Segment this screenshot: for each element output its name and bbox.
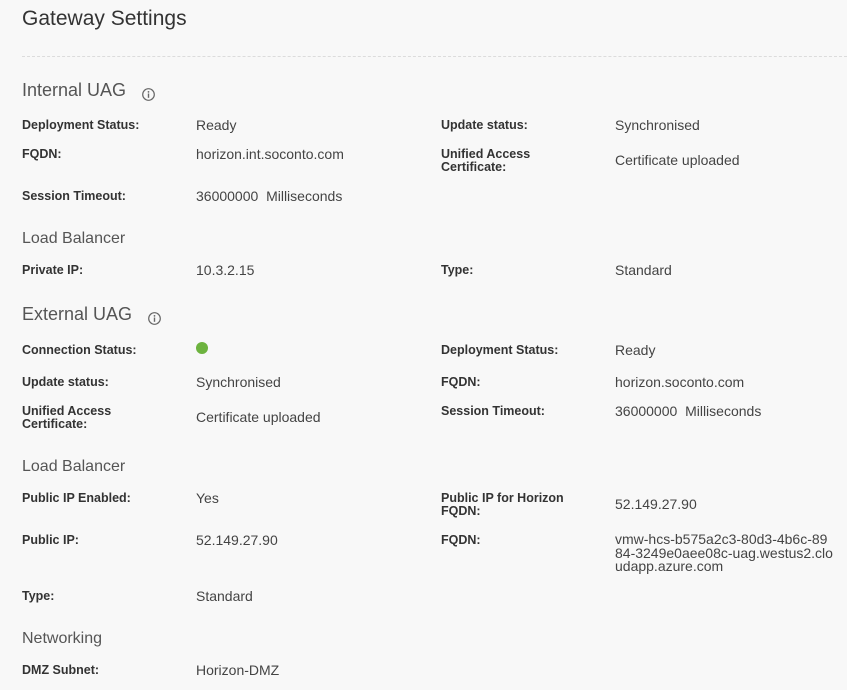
external-fqdn-label: FQDN: — [441, 375, 481, 389]
internal-uac-value: Certificate uploaded — [615, 152, 740, 168]
internal-fqdn-label: FQDN: — [22, 147, 62, 161]
internal-load-balancer-title: Load Balancer — [22, 230, 126, 247]
header-divider — [22, 56, 847, 57]
external-deployment-status-label: Deployment Status: — [441, 343, 559, 357]
internal-uag-title: Internal UAG — [22, 80, 127, 100]
external-uag-title: External UAG — [22, 304, 133, 324]
external-session-timeout-label: Session Timeout: — [441, 404, 545, 418]
internal-lb-type-value: Standard — [615, 262, 672, 278]
internal-update-status-label: Update status: — [441, 118, 528, 132]
internal-deployment-status-label: Deployment Status: — [22, 118, 140, 132]
external-public-ip-horizon-label: Public IP for Horizon FQDN: — [441, 491, 564, 518]
external-public-ip-enabled-value: Yes — [196, 490, 219, 506]
internal-lb-type-label: Type: — [441, 263, 474, 277]
external-public-ip-enabled-label: Public IP Enabled: — [22, 491, 131, 505]
external-lb-type-label: Type: — [22, 589, 55, 603]
internal-uag-section-title: Internal UAG — [22, 80, 155, 101]
internal-deployment-status-value: Ready — [196, 117, 237, 133]
external-update-status-value: Synchronised — [196, 374, 281, 390]
external-uac-label: Unified Access Certificate: — [22, 404, 112, 431]
info-icon[interactable] — [148, 309, 161, 325]
external-lb-fqdn-label: FQDN: — [441, 533, 481, 547]
external-uac-value: Certificate uploaded — [196, 409, 321, 425]
external-fqdn-value: horizon.soconto.com — [615, 374, 745, 390]
external-lb-fqdn-value: vmw-hcs-b575a2c3-80d3-4b6c-8984-3249e0ae… — [615, 531, 833, 574]
dmz-subnet-label: DMZ Subnet: — [22, 663, 100, 677]
networking-title: Networking — [22, 630, 103, 647]
external-connection-status-label: Connection Status: — [22, 343, 137, 357]
internal-private-ip-value: 10.3.2.15 — [196, 262, 255, 278]
external-lb-type-value: Standard — [196, 588, 253, 604]
internal-fqdn-value: horizon.int.soconto.com — [196, 146, 344, 162]
dmz-subnet-value: Horizon-DMZ — [196, 662, 280, 678]
internal-session-timeout-label: Session Timeout: — [22, 189, 126, 203]
status-dot-icon — [196, 342, 208, 354]
external-session-timeout-value: 36000000 Milliseconds — [615, 403, 762, 419]
internal-update-status-value: Synchronised — [615, 117, 700, 133]
external-public-ip-value: 52.149.27.90 — [196, 532, 278, 548]
external-update-status-label: Update status: — [22, 375, 109, 389]
external-public-ip-horizon-value: 52.149.27.90 — [615, 496, 697, 512]
page-title: Gateway Settings — [22, 7, 187, 30]
external-deployment-status-value: Ready — [615, 342, 656, 358]
external-public-ip-label: Public IP: — [22, 533, 79, 547]
internal-uac-label: Unified Access Certificate: — [441, 147, 531, 174]
internal-private-ip-label: Private IP: — [22, 263, 84, 277]
external-load-balancer-title: Load Balancer — [22, 458, 126, 475]
external-uag-section-title: External UAG — [22, 304, 161, 325]
internal-session-timeout-value: 36000000 Milliseconds — [196, 188, 343, 204]
info-icon[interactable] — [142, 85, 155, 101]
